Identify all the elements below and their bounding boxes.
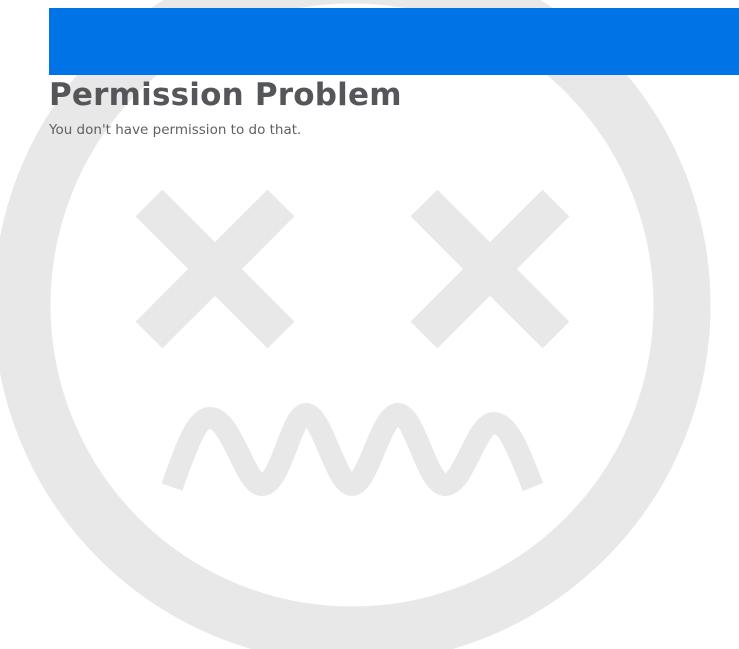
left-eye-x-icon	[135, 189, 295, 349]
page: Permission Problem You don't have permis…	[0, 0, 739, 649]
error-content: Permission Problem You don't have permis…	[49, 76, 402, 139]
right-eye-x-icon	[410, 189, 570, 349]
squiggly-mouth	[161, 402, 544, 497]
error-message: You don't have permission to do that.	[49, 122, 302, 138]
header-bar	[49, 8, 739, 75]
page-title: Permission Problem	[49, 77, 402, 113]
